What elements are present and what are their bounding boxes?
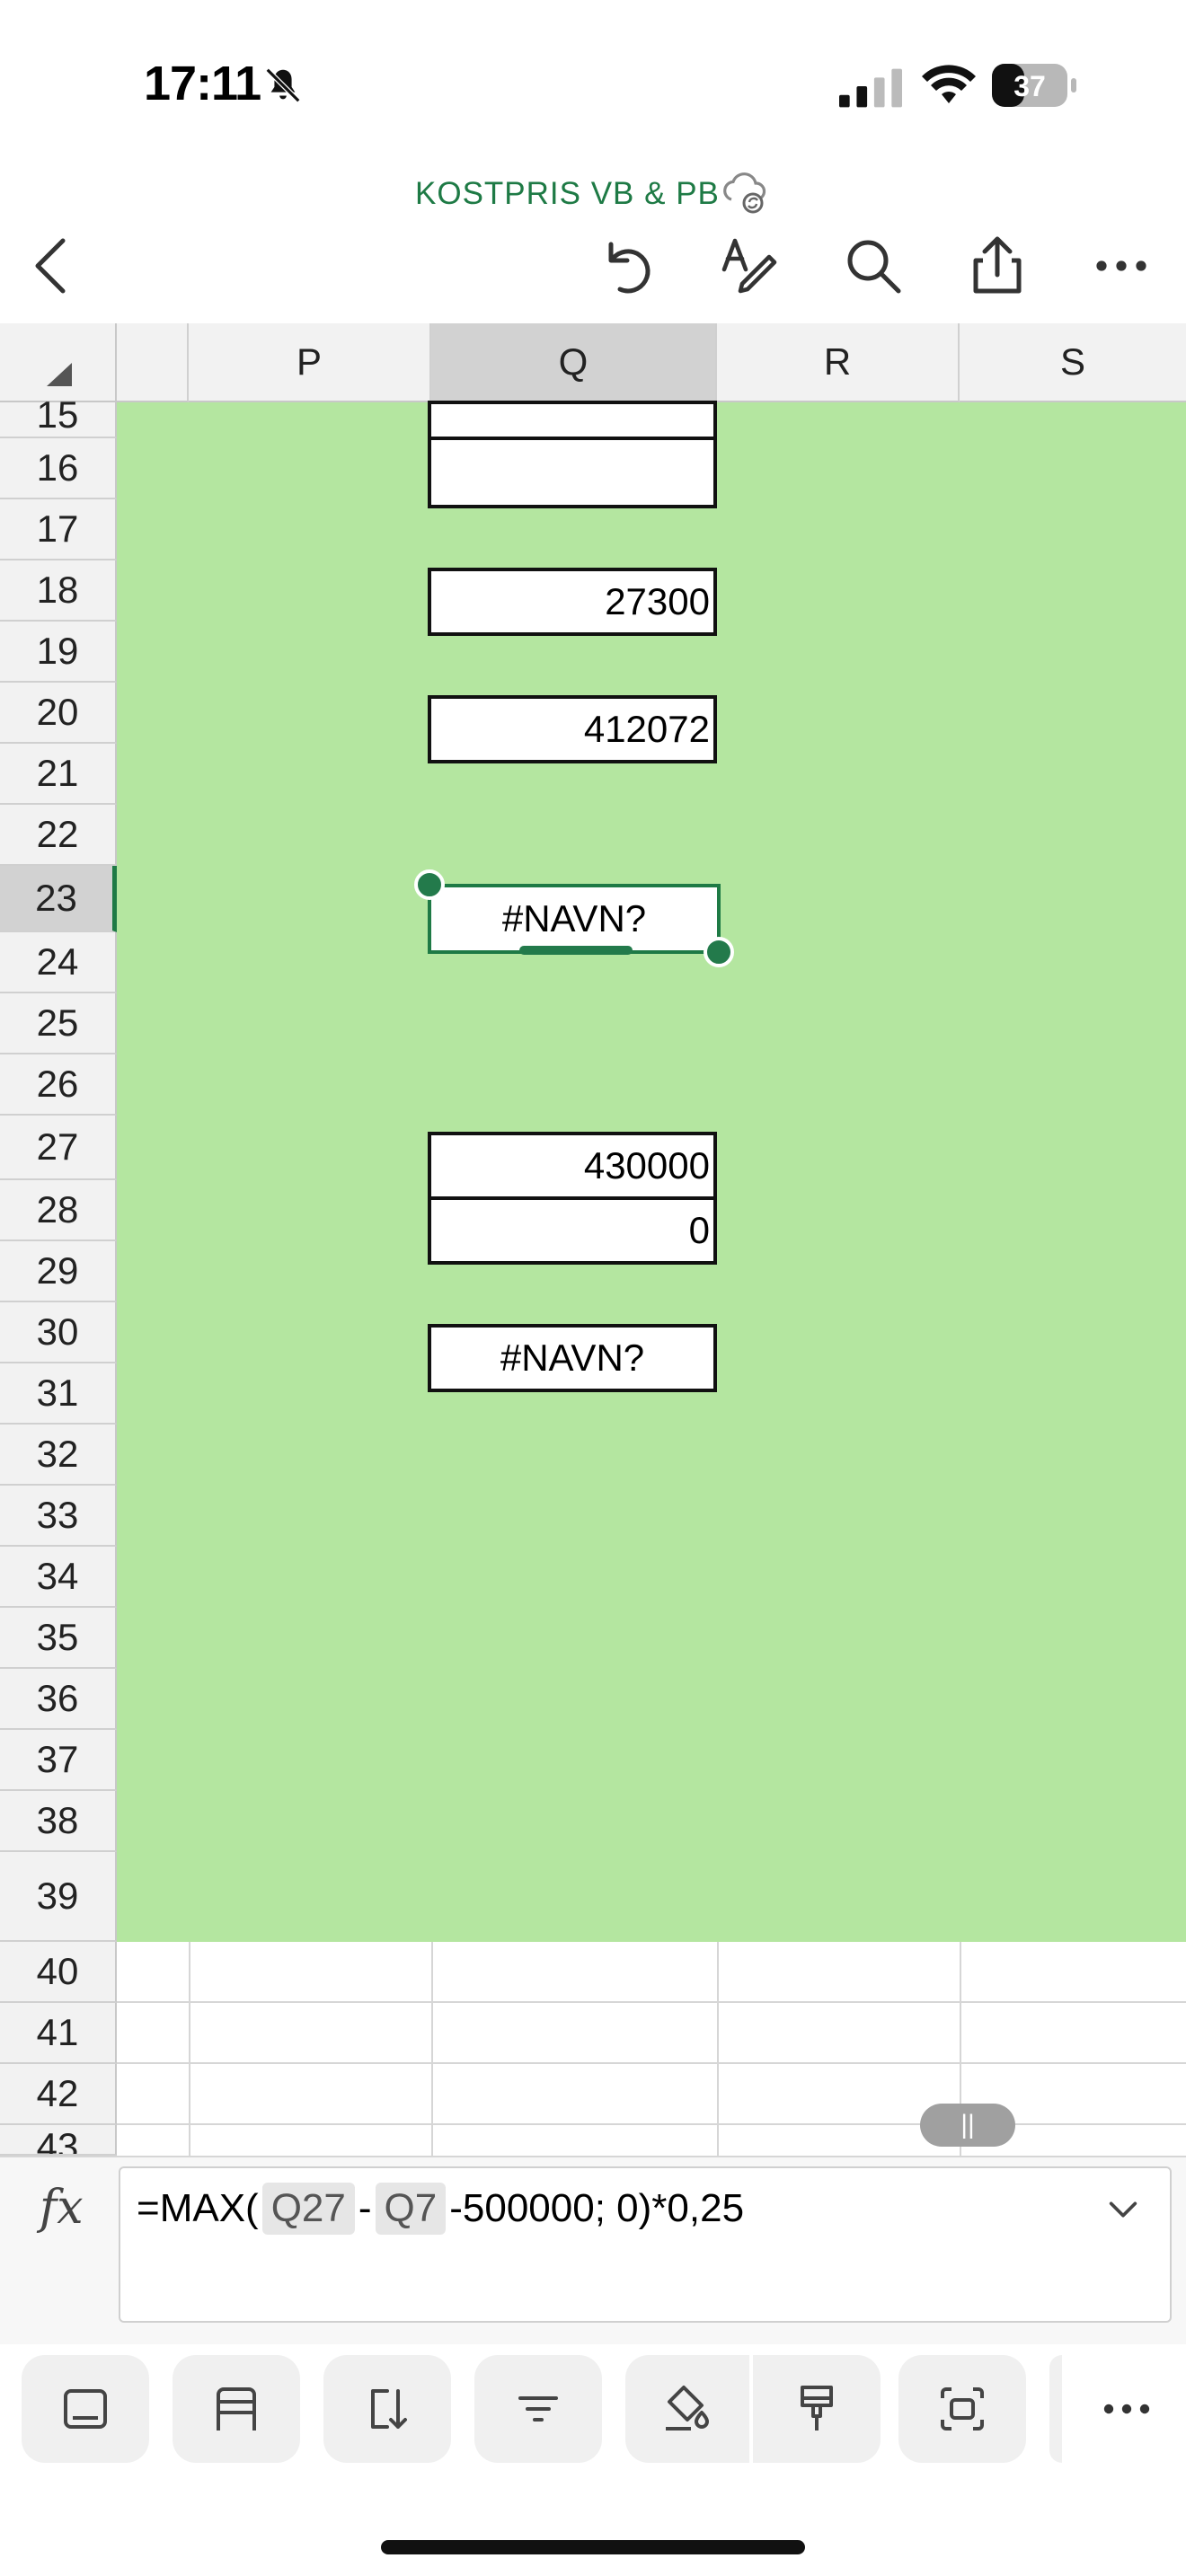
filter-button[interactable] — [474, 2355, 602, 2463]
filter-icon — [518, 2396, 558, 2422]
status-time: 17:11 — [144, 57, 261, 110]
column-header-hidden[interactable] — [117, 323, 189, 402]
fx-icon: 𝑓x — [40, 2181, 84, 2235]
selection-drag-handle[interactable] — [519, 946, 633, 955]
row-header-30[interactable]: 30 — [0, 1302, 117, 1363]
sort-button[interactable] — [323, 2355, 451, 2463]
row-header-42[interactable]: 42 — [0, 2064, 117, 2125]
next-button-peek — [1049, 2355, 1062, 2463]
document-title[interactable]: KOSTPRIS VB & PB — [415, 176, 720, 212]
row-header-17[interactable]: 17 — [0, 499, 117, 560]
row-header-20[interactable]: 20 — [0, 683, 117, 744]
chevron-down-icon[interactable] — [1105, 2192, 1141, 2228]
formula-prefix: =MAX( — [137, 2186, 259, 2230]
gridline — [117, 2001, 1186, 2003]
row-header-16[interactable]: 16 — [0, 438, 117, 499]
row-header-29[interactable]: 29 — [0, 1241, 117, 1302]
gridline — [117, 2062, 1186, 2064]
row-header-31[interactable]: 31 — [0, 1363, 117, 1425]
row-header-19[interactable]: 19 — [0, 622, 117, 683]
sort-icon — [371, 2389, 407, 2429]
row-header-43[interactable]: 43 — [0, 2125, 117, 2156]
scroll-handle[interactable]: || — [920, 2104, 1015, 2147]
insert-rows-button[interactable] — [22, 2355, 149, 2463]
gridline — [717, 1942, 719, 2157]
formula-suffix: -500000; 0)*0,25 — [449, 2186, 745, 2230]
cell-q18[interactable]: 27300 — [428, 568, 717, 636]
row-layout-icon — [64, 2389, 107, 2429]
freeze-panes-button[interactable] — [173, 2355, 300, 2463]
row-header-23[interactable]: 23 — [0, 866, 117, 932]
row-header-40[interactable]: 40 — [0, 1942, 117, 2003]
row-header-33[interactable]: 33 — [0, 1486, 117, 1547]
formula-ref-q7[interactable]: Q7 — [375, 2183, 447, 2235]
row-header-35[interactable]: 35 — [0, 1608, 117, 1669]
cell-q20[interactable]: 412072 — [428, 695, 717, 763]
paint-bucket-icon — [666, 2386, 709, 2430]
selection-handle-top-left[interactable] — [414, 869, 445, 900]
formula-text[interactable]: =MAX( Q27 - Q7 -500000; 0)*0,25 — [137, 2183, 744, 2235]
row-header-34[interactable]: 34 — [0, 1547, 117, 1608]
column-header-r[interactable]: R — [717, 323, 960, 402]
more-tools-icon[interactable] — [1094, 2380, 1159, 2438]
format-painter-icon — [801, 2386, 833, 2430]
row-header-38[interactable]: 38 — [0, 1791, 117, 1852]
formula-ref-q27[interactable]: Q27 — [261, 2183, 355, 2235]
gridline — [189, 1942, 190, 2157]
row-header-41[interactable]: 41 — [0, 2003, 117, 2064]
fill-color-button[interactable] — [625, 2355, 749, 2463]
row-header-15[interactable]: 15 — [0, 393, 117, 438]
back-icon[interactable] — [20, 234, 84, 298]
battery-icon: 37 — [992, 64, 1076, 107]
cell-q15[interactable] — [428, 401, 717, 440]
row-header-24[interactable]: 24 — [0, 932, 117, 993]
row-header-28[interactable]: 28 — [0, 1180, 117, 1241]
cell-q16[interactable] — [428, 437, 717, 508]
selection-handle-bottom-right[interactable] — [704, 937, 734, 967]
select-all-icon — [47, 363, 72, 386]
silent-bell-icon — [265, 67, 301, 103]
wifi-icon — [922, 65, 976, 103]
range-select-icon — [941, 2387, 984, 2430]
gridline — [431, 1942, 433, 2157]
select-all-corner[interactable] — [0, 323, 117, 402]
cell-q28[interactable]: 0 — [428, 1196, 717, 1265]
undo-icon[interactable] — [593, 234, 658, 298]
search-icon[interactable] — [841, 234, 906, 298]
home-indicator[interactable] — [381, 2540, 805, 2554]
freeze-icon — [217, 2387, 256, 2430]
cloud-sync-icon[interactable] — [719, 167, 769, 217]
format-painter-button[interactable] — [753, 2355, 881, 2463]
share-icon[interactable] — [965, 234, 1030, 298]
gridline — [117, 2123, 1186, 2125]
cell-q23[interactable]: #NAVN? — [428, 884, 721, 954]
row-header-27[interactable]: 27 — [0, 1116, 117, 1180]
row-header-32[interactable]: 32 — [0, 1425, 117, 1486]
cell-q30[interactable]: #NAVN? — [428, 1324, 717, 1392]
formula-operator: - — [358, 2186, 372, 2230]
column-header-p[interactable]: P — [189, 323, 431, 402]
column-header-q[interactable]: Q — [431, 323, 717, 402]
cellular-signal-icon — [839, 68, 902, 108]
column-header-s[interactable]: S — [960, 323, 1186, 402]
draw-icon[interactable] — [715, 234, 780, 298]
row-header-39[interactable]: 39 — [0, 1852, 117, 1942]
row-header-25[interactable]: 25 — [0, 993, 117, 1054]
row-header-37[interactable]: 37 — [0, 1730, 117, 1791]
battery-level: 37 — [1013, 70, 1046, 102]
cell-q27[interactable]: 430000 — [428, 1132, 717, 1200]
more-icon[interactable] — [1089, 234, 1154, 298]
row-header-18[interactable]: 18 — [0, 560, 117, 622]
row-header-26[interactable]: 26 — [0, 1054, 117, 1116]
row-header-36[interactable]: 36 — [0, 1669, 117, 1730]
row-header-21[interactable]: 21 — [0, 744, 117, 805]
select-range-button[interactable] — [898, 2355, 1026, 2463]
row-header-22[interactable]: 22 — [0, 805, 117, 866]
